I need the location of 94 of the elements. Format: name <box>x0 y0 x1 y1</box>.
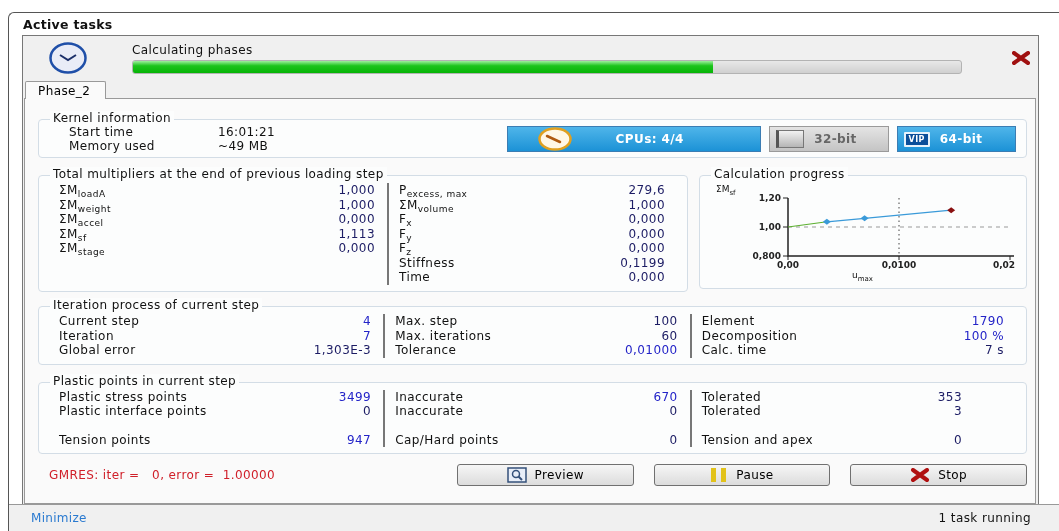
field-label: Inaccurate <box>395 404 465 419</box>
tab[interactable]: Phase_2 <box>25 81 107 99</box>
field-value: ~49 MB <box>218 139 270 153</box>
tick-label: 1,20 <box>758 194 781 203</box>
field-label: Global error <box>59 343 137 358</box>
field-label: Tolerance <box>395 343 458 358</box>
pause-icon <box>710 468 729 482</box>
field-label: Tension points <box>59 432 152 447</box>
field-label: ΣM$_{sf}$ <box>59 226 88 241</box>
field-label: Calc. time <box>701 343 768 358</box>
field-label: Tension and apex <box>701 432 815 447</box>
solver-message: GMRES: iter = 0, error = 1.00000 <box>48 468 277 482</box>
axis-label: u$_{max}$ <box>852 270 873 280</box>
tick-label: 0,800 <box>752 251 781 261</box>
field-label: Current step <box>59 314 141 329</box>
field-value: 279,6 <box>627 183 665 198</box>
status-text: 1 task running <box>938 511 1031 525</box>
field-value: 1,000 <box>338 197 375 212</box>
field-label: Memory used <box>69 139 156 153</box>
field-value: 0,1199 <box>620 255 665 270</box>
stop-button[interactable]: Stop <box>850 464 1027 486</box>
field-value: 7 <box>362 328 372 343</box>
field-value: 0,000 <box>627 226 665 241</box>
window-title: Active tasks <box>22 16 113 34</box>
clock-icon <box>49 42 87 74</box>
data-point <box>860 215 869 222</box>
field-value: 1790 <box>970 314 1004 329</box>
field-label: Time <box>399 270 432 285</box>
mode-toggle[interactable]: VIP 64-bit <box>896 126 1016 152</box>
field-label: Max. iterations <box>395 328 493 343</box>
field-label: Cap/Hard points <box>395 432 500 447</box>
magnifier-icon <box>506 467 527 483</box>
group-title: Iteration process of current step <box>53 298 260 312</box>
field-value: 4 <box>362 314 372 329</box>
field-value: 0,000 <box>627 212 665 227</box>
field-value: 1,000 <box>338 183 375 198</box>
close-icon <box>910 468 931 482</box>
field-value: 0 <box>668 432 678 447</box>
field-value: 3499 <box>338 389 372 404</box>
tick-label: 1,00 <box>758 222 781 232</box>
pause-button[interactable]: Pause <box>653 464 831 486</box>
field-value: 60 <box>660 328 678 343</box>
field-label: Iteration <box>59 328 115 343</box>
field-label: Tolerated <box>701 404 763 419</box>
tick-label: 0,00 <box>776 260 800 270</box>
field-label: ΣM$_{loadA}$ <box>59 183 107 198</box>
field-label: Plastic interface points <box>59 404 208 419</box>
field-value: 100 <box>652 314 678 329</box>
field-value: 0,000 <box>627 241 665 256</box>
field-label: Inaccurate <box>395 389 465 404</box>
group-title: Kernel information <box>53 111 171 125</box>
field-label: Tolerated <box>701 389 763 404</box>
field-value: 353 <box>937 389 963 404</box>
field-value: 0,01000 <box>624 343 678 358</box>
field-label: ΣM$_{stage}$ <box>59 241 107 256</box>
field-label: Decomposition <box>701 328 799 343</box>
mode-toggle[interactable]: 32-bit <box>769 126 889 152</box>
preview-button[interactable]: Preview <box>456 464 634 486</box>
field-value: 1,000 <box>627 197 665 212</box>
field-value: 7 s <box>983 343 1004 358</box>
field-label: Max. step <box>395 314 459 329</box>
gauge-icon <box>537 127 572 151</box>
group-title: Calculation progress <box>714 167 845 181</box>
field-label: Stiffness <box>399 255 456 270</box>
group-title: Plastic points in current step <box>53 373 237 388</box>
field-value: 100 % <box>963 328 1004 343</box>
data-point <box>822 218 831 225</box>
task-label: Calculating phases <box>132 42 254 57</box>
field-value: 0,000 <box>627 270 665 285</box>
field-label: Start time <box>69 125 135 139</box>
field-label: ΣM$_{volume}$ <box>399 197 455 212</box>
field-value: 0 <box>668 404 678 419</box>
field-value: 0,000 <box>338 241 375 256</box>
field-value: 0,000 <box>338 212 375 227</box>
field-value: 1,113 <box>338 226 375 241</box>
field-value: 947 <box>345 432 372 447</box>
field-value: 670 <box>653 389 678 404</box>
field-label: P$_{excess, max}$ <box>399 183 469 198</box>
field-label: Plastic stress points <box>59 389 189 404</box>
field-value: 0 <box>952 432 963 447</box>
minimize-link[interactable]: Minimize <box>31 511 87 525</box>
field-label: F$_{x}$ <box>399 212 414 227</box>
field-value: 1,303E-3 <box>313 343 372 358</box>
field-label: ΣM$_{weight}$ <box>59 197 112 212</box>
group-title: Total multipliers at the end of previous loading step <box>53 167 384 181</box>
data-point <box>947 207 956 214</box>
close-icon[interactable] <box>1012 51 1030 65</box>
tick-label: 0,02 <box>992 260 1016 270</box>
tick-label: 0,0100 <box>881 260 917 270</box>
field-label: Element <box>701 314 756 329</box>
field-value: 16:01:21 <box>218 125 277 139</box>
axis-label: ΣM$_{sf}$ <box>716 184 736 194</box>
field-value: 3 <box>952 404 963 419</box>
field-value: 0 <box>362 404 372 419</box>
